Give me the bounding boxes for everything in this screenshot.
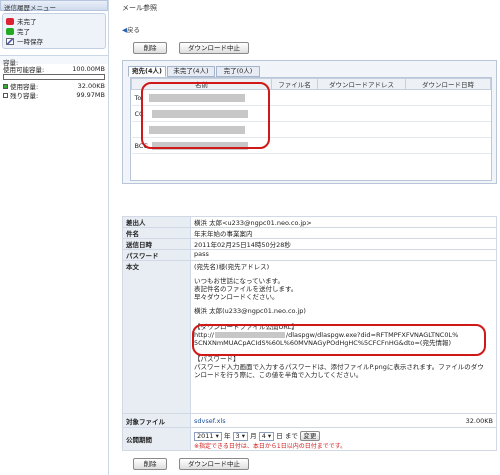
password-text: パスワード入力画面で入力するパスワードは、添付ファイルP.pngに表示されます。… (194, 363, 484, 379)
date-label: 送信日時 (122, 238, 191, 250)
file-link[interactable]: sdvsef.xls (194, 417, 226, 425)
until-text: まで (284, 432, 298, 440)
used-swatch-icon (3, 84, 8, 89)
available-value: 100.00MB (72, 64, 105, 73)
capacity-remaining: 残り容量: 99.97MB (0, 90, 108, 100)
highlight-oval-url (192, 324, 486, 356)
body-line: いつもお世話になっています。 (194, 277, 285, 285)
top-toolbar: 削除 ダウンロード中止 (123, 42, 493, 56)
chevron-down-icon: ▾ (267, 431, 272, 440)
year-unit: 年 (223, 432, 231, 440)
delete-button-top[interactable]: 削除 (133, 42, 167, 54)
subject-value: 年末年始の事業案内 (190, 227, 497, 239)
chevron-down-icon: ▾ (241, 431, 246, 440)
delete-button-bottom[interactable]: 削除 (133, 458, 167, 470)
stop-download-button-top[interactable]: ダウンロード中止 (179, 42, 249, 54)
sidebar-item-label: 未完了 (17, 18, 37, 26)
password-label: パスワード (122, 249, 191, 261)
available-label: 使用可能容量: (3, 65, 45, 74)
tab-recipients[interactable]: 宛先(4人) (128, 66, 166, 77)
unfinished-icon (6, 17, 14, 25)
subject-label: 件名 (122, 227, 191, 239)
page-title: メール参照 (122, 4, 157, 12)
sender-label: 差出人 (122, 216, 191, 228)
stop-download-button-bottom[interactable]: ダウンロード中止 (179, 458, 249, 470)
password-value: pass (190, 249, 497, 261)
bottom-toolbar: 削除 ダウンロード中止 (123, 458, 493, 472)
tab-finished[interactable]: 完了(0人) (216, 66, 260, 77)
sidebar-item-unfinished[interactable]: 未完了 (6, 16, 102, 26)
file-size: 32.00KB (465, 416, 493, 425)
body-line: 早々ダウンロードください。 (194, 293, 279, 301)
draft-icon (6, 37, 14, 45)
remaining-swatch-icon (3, 93, 8, 98)
body-line: (宛先名)様(宛先アドレス) (194, 263, 270, 271)
tab-unfinished[interactable]: 未完了(4人) (167, 66, 215, 77)
capacity-available: 使用可能容量: 100.00MB (0, 64, 108, 74)
sidebar-item-label: 完了 (17, 28, 30, 36)
period-note: ※指定できる日付は、本日から1日以内の日付までです。 (194, 443, 347, 450)
used-value: 32.00KB (77, 81, 105, 90)
month-select[interactable]: 3 ▾ (232, 431, 249, 441)
remaining-label: 残り容量: (10, 91, 39, 100)
body-line: 横浜 太郎(u233@ngpc01.neo.co.jp) (194, 307, 306, 315)
col-filename: ファイル名 (271, 78, 318, 90)
main-content: メール参照 ◀戻る 削除 ダウンロード中止 宛先(4人) 未完了(4人) 完了(… (117, 0, 497, 475)
col-download-address: ダウンロードアドレス (317, 78, 406, 90)
body-line: 表記件名のファイルを送付します。 (194, 285, 298, 293)
change-button[interactable]: 変更 (299, 431, 320, 441)
sidebar-item-label: 一時保存 (17, 38, 43, 46)
sidebar-item-draft[interactable]: 一時保存 (6, 36, 102, 46)
capacity-bar (3, 74, 105, 80)
back-label: 戻る (127, 26, 140, 34)
col-download-date: ダウンロード日時 (405, 78, 491, 90)
sender-value: 横浜 太郎<u233@ngpc01.neo.co.jp> (190, 216, 497, 228)
day-select[interactable]: 4 ▾ (258, 431, 275, 441)
highlight-oval-recipients (141, 82, 270, 149)
chevron-down-icon: ▾ (215, 431, 219, 440)
password-heading: 【パスワード】 (194, 355, 240, 363)
body-label: 本文 (122, 260, 191, 414)
file-cell: sdvsef.xls 32.00KB (190, 413, 497, 428)
day-unit: 日 (276, 432, 283, 440)
month-unit: 月 (250, 432, 257, 440)
sidebar-header: 送信履歴メニュー (0, 0, 108, 12)
file-label: 対象ファイル (122, 413, 191, 428)
sidebar-item-finished[interactable]: 完了 (6, 26, 102, 36)
period-label: 公開期間 (122, 427, 191, 451)
date-value: 2011年02月25日14時50分28秒 (190, 238, 497, 250)
sidebar: 送信履歴メニュー 未完了 完了 一時保存 容量: 使用可能容量: 100.00M… (0, 0, 109, 475)
history-menu: 未完了 完了 一時保存 (2, 13, 106, 49)
year-select[interactable]: 2011 ▾ (194, 431, 222, 441)
back-link[interactable]: ◀戻る (122, 24, 140, 34)
period-cell: 2011 ▾ 年 3 ▾ 月 4 ▾ 日 まで 変更 ※指定できる日付は、本日か… (190, 427, 497, 451)
remaining-value: 99.97MB (76, 90, 105, 99)
finished-icon (6, 27, 14, 35)
